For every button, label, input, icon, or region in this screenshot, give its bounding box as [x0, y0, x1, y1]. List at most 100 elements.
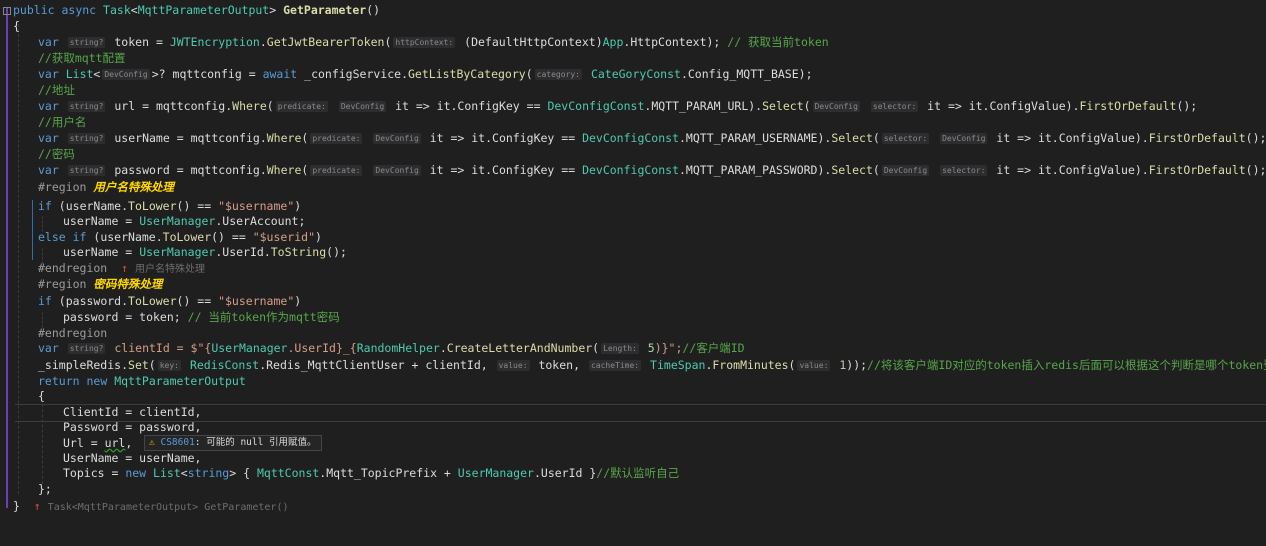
code-line-1: public async Task<MqttParameterOutput> G…	[0, 2, 1266, 18]
code-text: it => it.ConfigValue).	[996, 163, 1149, 177]
keyword: var	[38, 341, 59, 355]
code-editor[interactable]: public async Task<MqttParameterOutput> G…	[0, 0, 1266, 524]
operator: =	[176, 163, 184, 177]
method-name: Set	[128, 358, 149, 372]
code-text: () ==	[211, 230, 246, 244]
inlay-hint: predicate:	[275, 101, 328, 112]
inlay-hint: DevConfig	[373, 133, 421, 144]
code-line-21: #endregion	[0, 325, 1266, 341]
inlay-hint: DevConfig	[373, 165, 421, 176]
keyword: var	[38, 35, 59, 49]
inlay-hint: string?	[67, 37, 106, 48]
string-literal: )}";	[654, 341, 683, 355]
punct: (	[384, 35, 392, 49]
method-name: ToLower	[128, 294, 177, 308]
diagnostic-message: : 可能的 null 引用赋值。	[194, 437, 317, 448]
code-line-9: var string? userName = mqttconfig.Where(…	[0, 130, 1266, 146]
keyword: else if	[38, 230, 87, 244]
warning-icon: ⚠	[149, 437, 155, 448]
code-line-10: //密码	[0, 146, 1266, 162]
inlay-hint: selector:	[881, 133, 930, 144]
inlay-hint: string?	[67, 133, 106, 144]
keyword: var	[38, 163, 59, 177]
method-name: ToLower	[162, 230, 212, 244]
region-directive: #endregion	[38, 326, 108, 340]
warning-squiggle[interactable]: url	[105, 436, 126, 450]
code-text: .Config_MQTT_BASE);	[680, 67, 813, 81]
code-line-2: {	[0, 18, 1266, 34]
operator: =	[176, 131, 184, 145]
code-line-22: var string? clientId = $"{UserManager.Us…	[0, 340, 1266, 356]
region-directive: #region	[38, 180, 87, 194]
inlay-hint: selector:	[940, 165, 988, 176]
code-text: .HttpContext);	[623, 35, 721, 49]
method-name: ToString	[270, 245, 327, 259]
comment: //默认监听自己	[596, 466, 680, 480]
string-literal: "$userid"	[252, 230, 315, 244]
inlay-hint: DevConfig	[812, 101, 860, 112]
cast-expr: (DefaultHttpContext)	[464, 35, 603, 49]
punct: (	[301, 131, 309, 145]
inlay-hint: value:	[797, 360, 831, 371]
method-name: CreateLetterAndNumber	[446, 341, 593, 355]
punct: )	[294, 199, 302, 213]
region-label[interactable]: 密码特殊处理	[93, 277, 162, 291]
code-text: .UserId.	[215, 245, 271, 259]
string-literal: .UserId}_{	[287, 341, 357, 355]
diagnostic-code-link[interactable]: CS8601	[160, 437, 194, 448]
comment: // 当前token作为mqtt密码	[187, 310, 340, 324]
string-literal: clientId = $"{	[114, 341, 212, 355]
operator: =	[142, 99, 150, 113]
code-line-16: userName = UserManager.UserId.ToString()…	[0, 244, 1266, 260]
punct: ,	[125, 436, 133, 450]
type-name: MqttParameterOutput	[137, 3, 270, 17]
keyword: public	[13, 3, 55, 17]
code-line-11: var string? password = mqttconfig.Where(…	[0, 162, 1266, 178]
keyword: new	[125, 466, 147, 480]
region-label[interactable]: 用户名特殊处理	[93, 180, 174, 194]
inlay-hint: predicate:	[310, 165, 363, 176]
method-name: GetParameter	[283, 3, 367, 17]
comment: //获取mqtt配置	[38, 51, 126, 65]
diagnostic-tooltip[interactable]: ⚠ CS8601: 可能的 null 引用赋值。	[144, 435, 322, 451]
type-name: DevConfigConst	[582, 131, 679, 145]
type-name: RandomHelper	[356, 341, 440, 355]
keyword: if	[38, 199, 52, 213]
punct: ));	[846, 358, 868, 372]
arrow-up-icon[interactable]: ↑	[34, 499, 41, 513]
comment: //用户名	[38, 115, 87, 129]
type-name: List	[65, 67, 94, 81]
identifier: mqttconfig.	[155, 99, 233, 113]
method-name: Select	[762, 99, 804, 113]
inlay-hint: key:	[157, 360, 181, 371]
identifier: mqttconfig.	[190, 131, 267, 145]
punct: ();	[1176, 99, 1198, 113]
method-name: Where	[266, 131, 302, 145]
type-name: JWTEncryption	[169, 35, 260, 49]
type-name: Task	[103, 3, 131, 17]
code-text: it => it.ConfigKey ==	[429, 131, 576, 145]
punct: (	[872, 131, 880, 145]
code-line-18: #region 密码特殊处理	[0, 276, 1266, 292]
punct: <	[93, 67, 101, 81]
code-line-31: };	[0, 481, 1266, 497]
type-name: List	[153, 466, 181, 480]
code-line-17: #endregion ↑ 用户名特殊处理	[0, 260, 1266, 276]
type-name: UserManager	[139, 214, 216, 228]
comment: //将该客户端ID对应的token插入redis后面可以根据这个判断是哪个tok…	[867, 358, 1266, 372]
keyword: var	[38, 99, 59, 113]
method-name: FirstOrDefault	[1148, 131, 1246, 145]
punct: (	[788, 358, 796, 372]
inlay-hint: DevConfig	[102, 69, 150, 80]
inlay-hint: httpContext:	[393, 37, 456, 48]
code-line-26: ClientId = clientId,	[0, 404, 1266, 420]
code-text: (userName.	[58, 199, 129, 213]
arrow-up-icon[interactable]: ↑	[121, 261, 128, 275]
code-line-14: userName = UserManager.UserAccount;	[0, 213, 1266, 229]
type-name: UserManager	[457, 466, 534, 480]
region-directive: #region	[38, 277, 87, 291]
string-literal: "$username"	[218, 199, 295, 213]
code-text: .MQTT_PARAM_PASSWORD).	[679, 163, 832, 177]
type-name: MqttConst	[256, 466, 320, 480]
punct: (	[266, 99, 274, 113]
